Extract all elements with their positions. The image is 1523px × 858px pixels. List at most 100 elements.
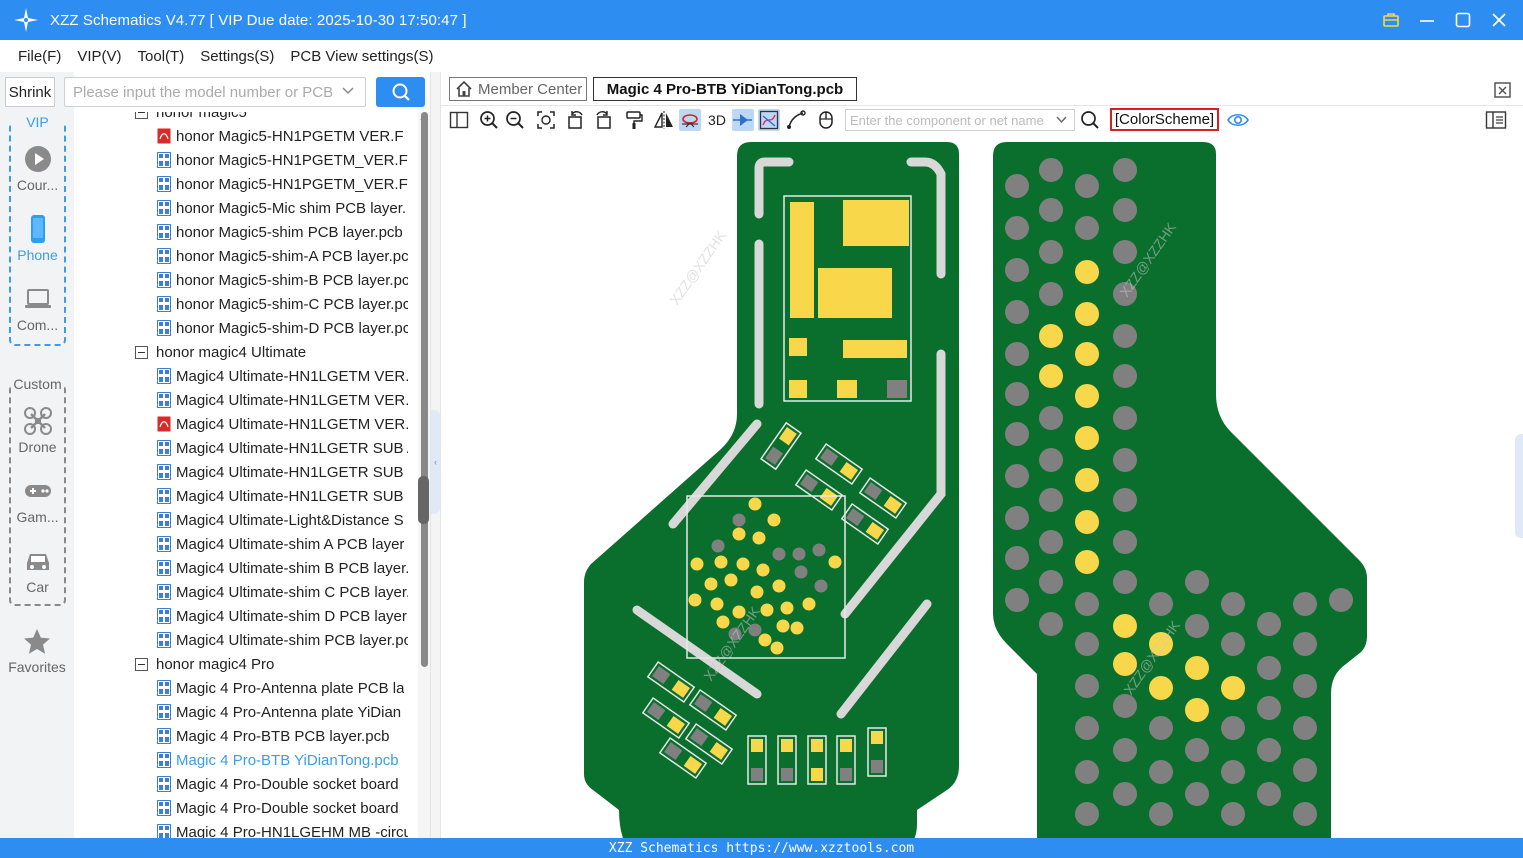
bga-ball — [770, 641, 784, 655]
nav-car-label: Car — [26, 579, 49, 595]
tree-file[interactable]: Magic4 Ultimate-HN1LGETR SUB A — [157, 436, 408, 460]
pcb-round-pad — [1075, 632, 1099, 656]
search-button[interactable] — [376, 77, 425, 107]
tree-file[interactable]: Magic 4 Pro-Antenna plate PCB la — [157, 676, 404, 700]
pcb-board-view[interactable]: XZZ@XZZHK XZZ@XZZHKXZZ@XZZHK XZZ@XZZHK — [441, 134, 1523, 838]
tree-file[interactable]: Magic 4 Pro-Antenna plate YiDian — [157, 700, 401, 724]
rotate-right-icon[interactable] — [592, 109, 614, 131]
eye-icon[interactable] — [1227, 109, 1249, 131]
tree-file[interactable]: honor Magic5-shim PCB layer.pcb — [157, 220, 403, 244]
panel-splitter[interactable]: ‹ — [430, 72, 441, 838]
mouse-icon[interactable] — [815, 109, 837, 131]
tree-file[interactable]: honor Magic5-shim-B PCB layer.pc — [157, 268, 408, 292]
nav-courses[interactable]: Cour... — [11, 140, 64, 200]
nav-games[interactable]: Gam... — [11, 472, 64, 532]
net-highlight-icon[interactable] — [758, 109, 780, 131]
tree-file[interactable]: Magic4 Ultimate-HN1LGETM VER.F — [157, 364, 408, 388]
paint-roller-icon[interactable] — [623, 109, 645, 131]
tree-file[interactable]: Magic4 Ultimate-shim B PCB layer. — [157, 556, 408, 580]
model-search-field[interactable] — [64, 77, 366, 107]
nav-phone[interactable]: Phone — [11, 210, 64, 270]
pcb-round-pad — [1185, 698, 1209, 722]
fit-view-icon[interactable] — [535, 109, 557, 131]
tree-file[interactable]: Magic4 Ultimate-HN1LGETM VER.F — [157, 388, 408, 412]
pcb-round-pad — [1293, 592, 1317, 616]
tree-file[interactable]: honor Magic5-HN1PGETM_VER.F M — [157, 148, 408, 172]
tree-file[interactable]: honor Magic5-Mic shim PCB layer. — [157, 196, 406, 220]
tree-file[interactable]: Magic4 Ultimate-shim A PCB layer — [157, 532, 404, 556]
tree-scroll-handle[interactable] — [418, 476, 429, 524]
tree-item-label: Magic4 Ultimate-HN1LGETM VER.F — [176, 415, 408, 433]
menu-tool[interactable]: Tool(T) — [130, 48, 193, 65]
tree-folder[interactable]: honor magic4 Ultimate — [135, 340, 306, 364]
bag-icon[interactable] — [1379, 8, 1403, 32]
component-search-field[interactable] — [845, 109, 1075, 131]
tree-file[interactable]: honor Magic5-shim-D PCB layer.pc — [157, 316, 408, 340]
nav-car[interactable]: Car — [11, 542, 64, 602]
pcb-round-pad — [1113, 240, 1137, 264]
zoom-in-icon[interactable] — [478, 109, 500, 131]
tree-file[interactable]: honor Magic5-HN1PGETM_VER.F M — [157, 172, 408, 196]
measure-icon[interactable] — [785, 109, 807, 131]
pcb-round-pad — [1005, 546, 1029, 570]
tree-file[interactable]: Magic4 Ultimate-HN1LGETR SUB C — [157, 484, 408, 508]
tree-file[interactable]: Magic4 Ultimate-shim PCB layer.pc — [157, 628, 408, 652]
collapse-panel-handle[interactable]: ‹ — [431, 410, 440, 514]
menu-settings[interactable]: Settings(S) — [192, 48, 282, 65]
chevron-down-icon[interactable] — [1055, 113, 1068, 126]
layout-icon[interactable] — [448, 109, 470, 131]
tree-file[interactable]: Magic 4 Pro-BTB PCB layer.pcb — [157, 724, 389, 748]
pcb-canvas[interactable]: XZZ@XZZHK XZZ@XZZHK XZZ@XZZHK XZZ@XZZHK — [441, 134, 1523, 838]
tree-file[interactable]: Magic4 Ultimate-Light&Distance S — [157, 508, 404, 532]
collapse-toggle-icon[interactable] — [135, 345, 148, 359]
3d-view-button[interactable]: 3D — [704, 109, 730, 131]
tab-active-file[interactable]: Magic 4 Pro-BTB YiDianTong.pcb — [593, 77, 857, 101]
pcb-round-pad — [1075, 260, 1099, 284]
tree-file[interactable]: Magic4 Ultimate-HN1LGETM VER.F — [157, 412, 408, 436]
close-button[interactable] — [1487, 8, 1511, 32]
collapse-toggle-icon[interactable] — [135, 112, 148, 119]
tree-file[interactable]: Magic4 Ultimate-shim D PCB layer — [157, 604, 407, 628]
component-search-input[interactable] — [850, 110, 1050, 130]
pcb-round-pad — [1149, 760, 1173, 784]
component-search-icon[interactable] — [1079, 109, 1101, 131]
close-tabs-icon[interactable] — [1493, 80, 1513, 100]
tree-scroll-thumb[interactable] — [421, 112, 428, 667]
flip-board-icon[interactable] — [679, 109, 701, 131]
pcb-round-pad — [1185, 570, 1209, 594]
shrink-button[interactable]: Shrink — [5, 77, 55, 107]
tree-folder[interactable]: honor magic5 — [135, 112, 247, 124]
maximize-button[interactable] — [1451, 8, 1475, 32]
tree-scrollbar[interactable] — [418, 112, 430, 838]
colorscheme-button[interactable]: [ColorScheme] — [1110, 108, 1219, 131]
pcb-round-pad — [1075, 174, 1099, 198]
tree-file[interactable]: Magic 4 Pro-HN1LGEHM MB -circu — [157, 820, 408, 838]
tree-file[interactable]: Magic 4 Pro-Double socket board — [157, 796, 399, 820]
menu-pcb-view-settings[interactable]: PCB View settings(S) — [282, 48, 441, 65]
nav-favorites[interactable]: Favorites — [0, 627, 74, 675]
tree-item-label: honor Magic5-HN1PGETM_VER.F M — [176, 151, 408, 169]
minimize-button[interactable] — [1415, 8, 1439, 32]
chevron-down-icon[interactable] — [341, 84, 355, 98]
tree-file[interactable]: honor Magic5-shim-A PCB layer.pc — [157, 244, 408, 268]
menu-vip[interactable]: VIP(V) — [69, 48, 129, 65]
right-panel-handle[interactable] — [1515, 434, 1523, 538]
tree-file[interactable]: Magic 4 Pro-BTB YiDianTong.pcb — [157, 748, 399, 772]
tree-file[interactable]: honor Magic5-shim-C PCB layer.pc — [157, 292, 408, 316]
rotate-left-icon[interactable] — [565, 109, 587, 131]
tab-member-center[interactable]: Member Center — [449, 77, 587, 101]
collapse-toggle-icon[interactable] — [135, 657, 148, 671]
nav-drone[interactable]: Drone — [11, 402, 64, 462]
side-panel-icon[interactable] — [1485, 109, 1507, 131]
menu-file[interactable]: File(F) — [10, 48, 69, 65]
zoom-out-icon[interactable] — [504, 109, 526, 131]
model-search-input[interactable] — [73, 78, 333, 106]
nav-computer[interactable]: Com... — [11, 280, 64, 340]
tree-file[interactable]: Magic4 Ultimate-HN1LGETR SUB B — [157, 460, 408, 484]
tree-file[interactable]: Magic4 Ultimate-shim C PCB layer. — [157, 580, 408, 604]
mirror-icon[interactable] — [653, 109, 675, 131]
tree-file[interactable]: Magic 4 Pro-Double socket board — [157, 772, 399, 796]
pin-arrow-icon[interactable] — [732, 109, 754, 131]
tree-file[interactable]: honor Magic5-HN1PGETM VER.F in — [157, 124, 408, 148]
tree-folder[interactable]: honor magic4 Pro — [135, 652, 274, 676]
